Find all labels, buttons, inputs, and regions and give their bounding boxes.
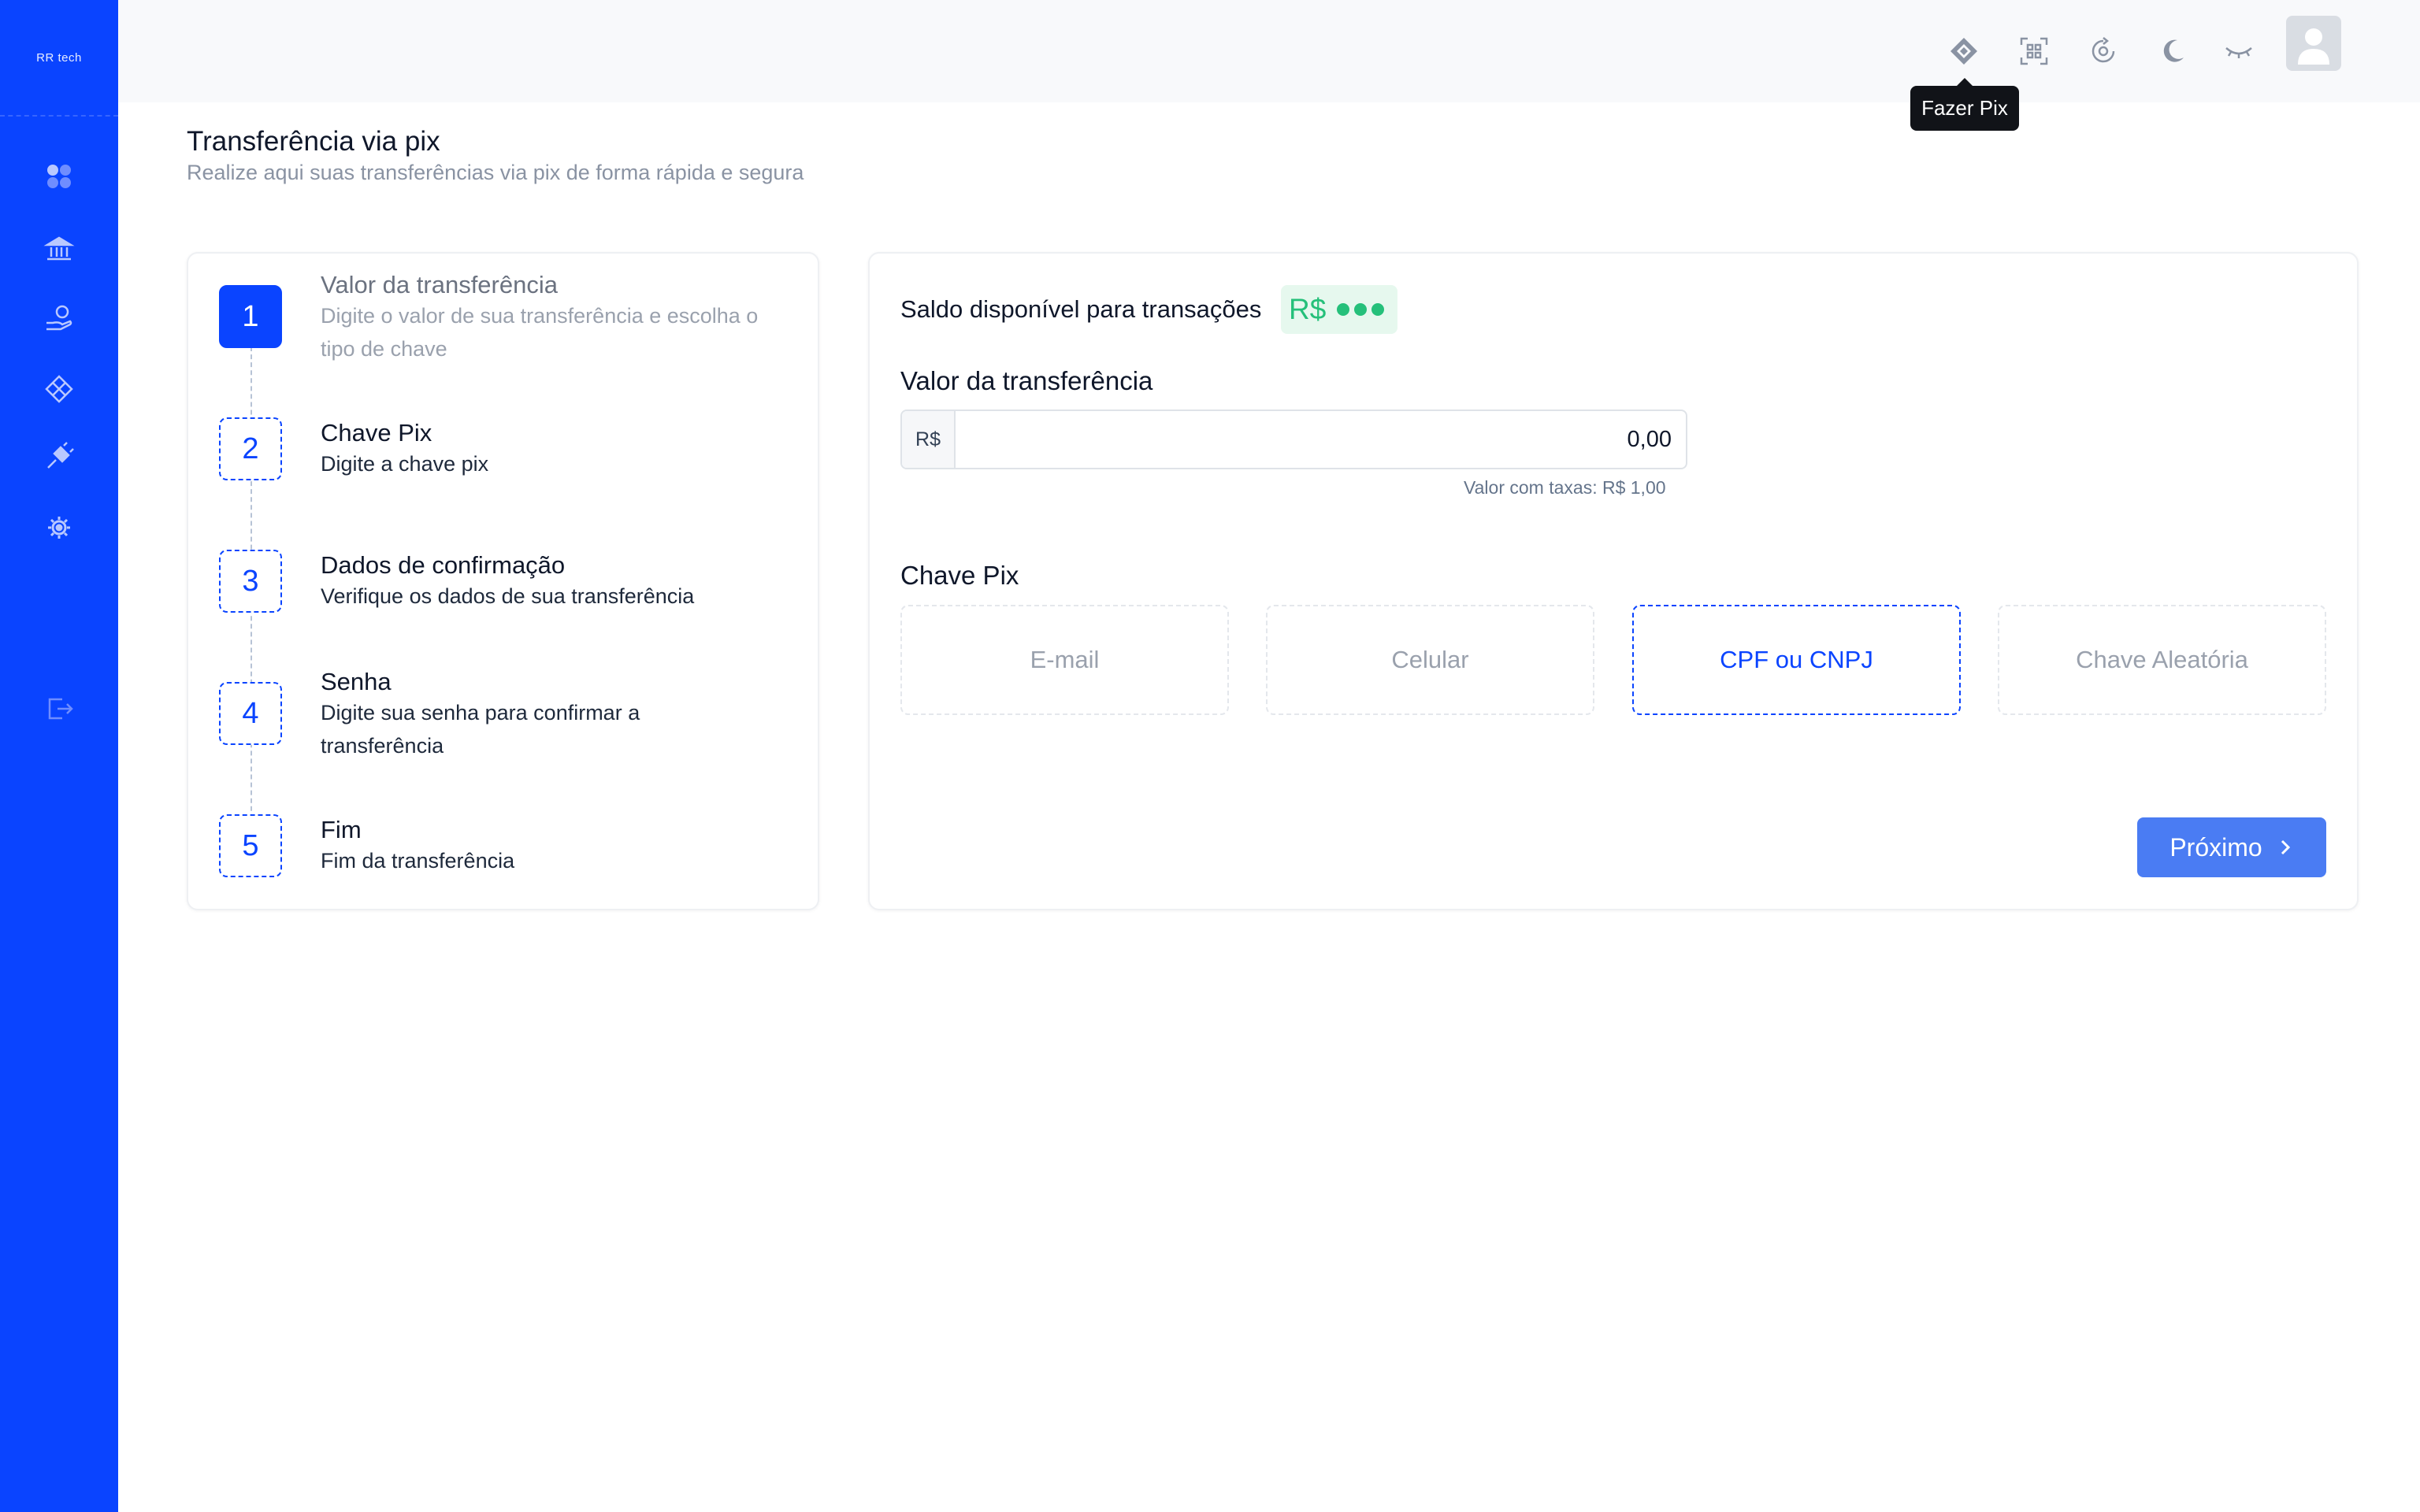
sidebar-item-settings[interactable] (35, 504, 83, 551)
step-1-desc: Digite o valor de sua transferência e es… (321, 304, 759, 361)
logo-text: RR tech (36, 50, 82, 65)
pix-icon (45, 375, 73, 403)
step-5-title: Fim (321, 816, 362, 843)
moon-icon (2163, 39, 2184, 62)
step-1-title: Valor da transferência (321, 271, 558, 298)
fee-note: Valor com taxas: R$ 1,00 (1464, 477, 1666, 498)
bank-icon (43, 236, 75, 261)
sidebar-item-logout[interactable] (35, 685, 83, 732)
step-2-number: 2 (219, 417, 282, 480)
amount-prefix: R$ (902, 411, 956, 468)
step-4-number: 4 (219, 682, 282, 745)
step-2-desc: Digite a chave pix (321, 452, 489, 476)
amount-label: Valor da transferência (900, 366, 1153, 395)
tooltip-text: Fazer Pix (1921, 96, 2008, 120)
pix-icon (1950, 38, 1977, 65)
next-button[interactable]: Próximo (2137, 817, 2326, 877)
sidebar-item-bank[interactable] (35, 225, 83, 272)
step-2-title: Chave Pix (321, 419, 432, 447)
step-3-desc: Verifique os dados de sua transferência (321, 584, 695, 608)
pix-tooltip: Fazer Pix (1910, 78, 2019, 131)
logout-icon (48, 698, 73, 720)
balance-label: Saldo disponível para transações (900, 295, 1262, 323)
plug-icon (47, 442, 74, 469)
sidebar-item-pix[interactable] (35, 365, 83, 413)
step-5-desc: Fim da transferência (321, 849, 515, 873)
user-icon (2298, 28, 2329, 65)
sidebar-item-integrations[interactable] (35, 433, 83, 480)
step-3-title: Dados de confirmação (321, 551, 566, 579)
top-bar (118, 0, 2420, 102)
page-title: Transferência via pix (187, 126, 440, 157)
next-button-label: Próximo (2169, 832, 2262, 862)
qr-scan-icon (2020, 37, 2048, 65)
hide-values-toggle[interactable] (2219, 32, 2259, 71)
hand-coin-icon (46, 305, 72, 331)
brand-logo[interactable]: RR tech (0, 0, 118, 117)
balance-badge[interactable]: R$ (1281, 285, 1397, 334)
key-option-phone[interactable]: Celular (1266, 605, 1594, 715)
balance-currency: R$ (1289, 293, 1327, 325)
user-avatar[interactable] (2286, 16, 2341, 71)
amount-input-group: R$ (900, 410, 1687, 469)
step-4-title: Senha (321, 668, 392, 695)
chevron-right-icon (2281, 839, 2290, 855)
transfer-form-card (868, 252, 2359, 910)
cashback-button[interactable] (2084, 32, 2123, 71)
sidebar: RR tech (0, 0, 118, 1512)
refresh-money-icon (2092, 37, 2115, 63)
pix-shortcut-button[interactable] (1944, 32, 1984, 71)
step-1-number: 1 (219, 285, 282, 348)
sidebar-item-dashboard[interactable] (35, 153, 83, 200)
key-option-random[interactable]: Chave Aleatória (1998, 605, 2326, 715)
dark-mode-toggle[interactable] (2153, 32, 2192, 71)
hidden-balance-dots (1337, 303, 1385, 316)
pix-key-label: Chave Pix (900, 561, 1019, 590)
qr-scan-button[interactable] (2014, 32, 2054, 71)
gear-icon (48, 517, 70, 539)
step-5-number: 5 (219, 814, 282, 877)
step-4-desc: Digite sua senha para confirmar a transf… (321, 701, 640, 758)
eye-closed-icon (2225, 47, 2252, 58)
page-subtitle: Realize aqui suas transferências via pix… (187, 161, 804, 184)
amount-input[interactable] (956, 411, 1686, 468)
key-option-cpf-cnpj[interactable]: CPF ou CNPJ (1632, 605, 1961, 715)
sidebar-item-payments[interactable] (35, 295, 83, 342)
step-3-number: 3 (219, 550, 282, 613)
dashboard-icon (47, 165, 71, 188)
key-option-email[interactable]: E-mail (900, 605, 1229, 715)
